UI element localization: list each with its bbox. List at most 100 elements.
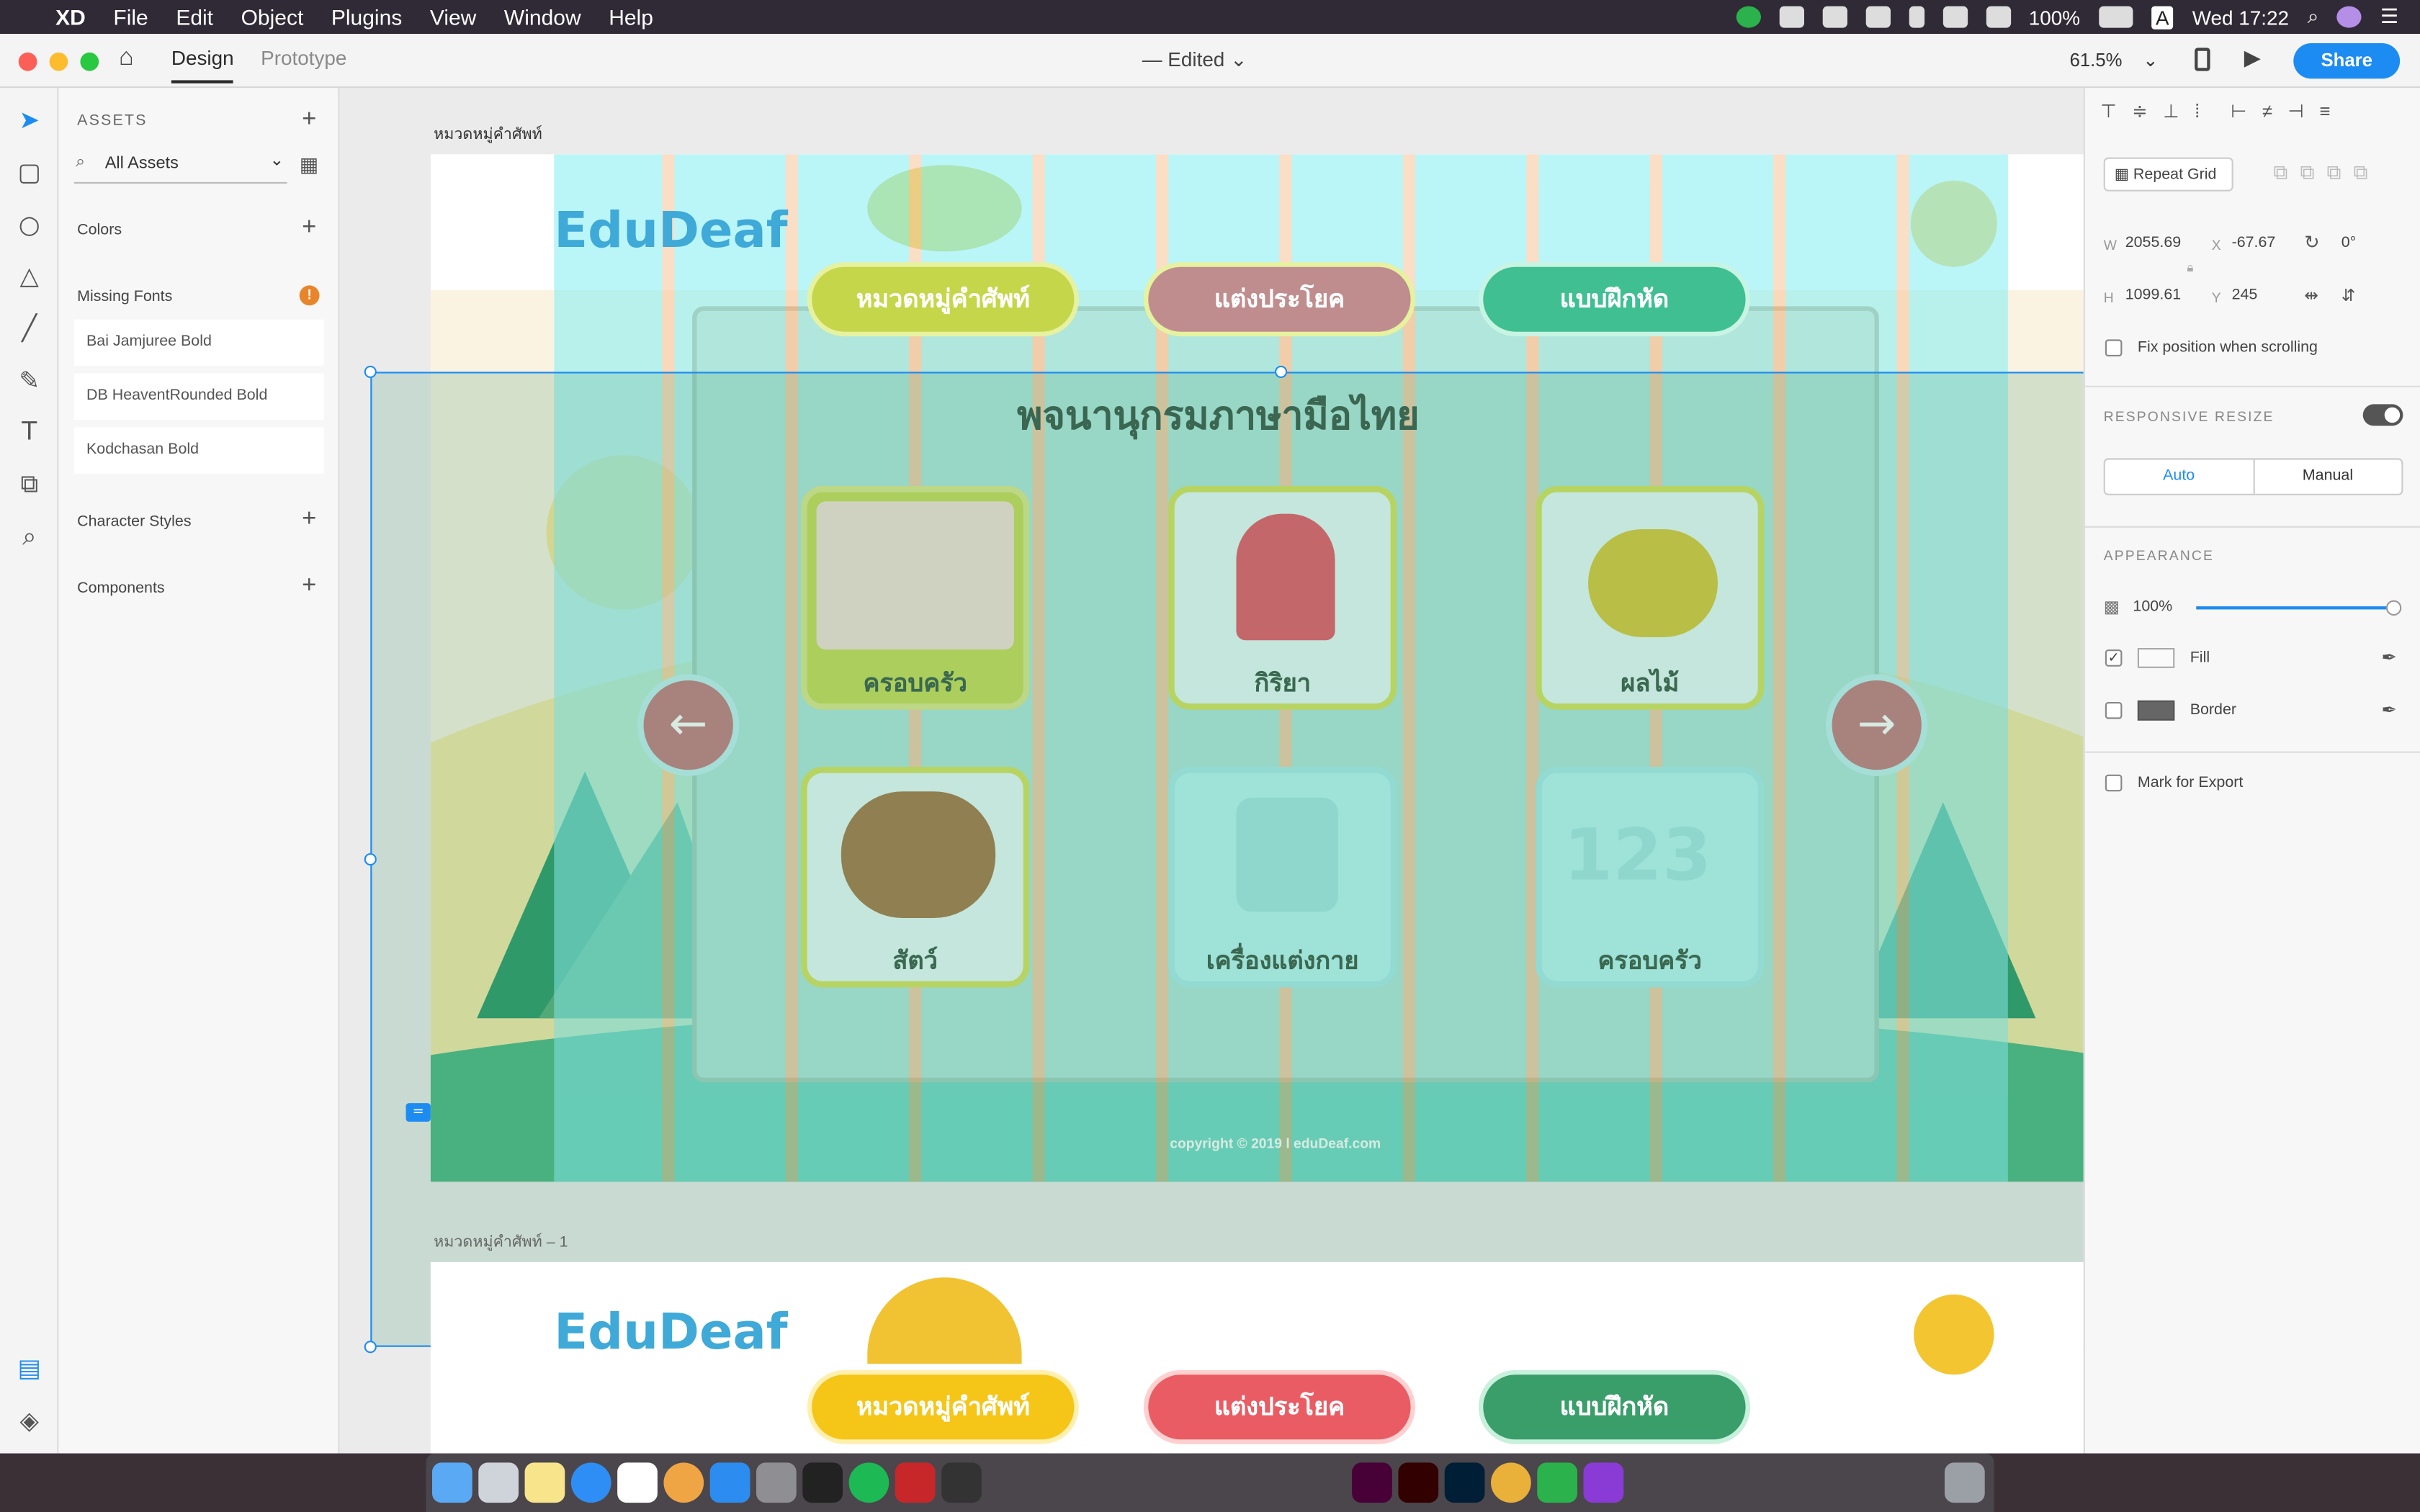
safari-icon[interactable] [570, 1462, 611, 1503]
layers-panel-icon[interactable]: ◈ [15, 1406, 43, 1435]
phpstorm-icon[interactable] [1583, 1462, 1624, 1503]
rotation-field[interactable]: 0° [2341, 235, 2356, 252]
photoshop-icon[interactable] [1444, 1462, 1485, 1503]
resize-handle[interactable] [364, 365, 377, 378]
select-tool-icon[interactable]: ➤ [15, 106, 43, 135]
artboard-label-2[interactable]: หมวดหมู่คำศัพท์ – 1 [434, 1231, 568, 1254]
eyedropper-icon[interactable]: ✒ [2381, 647, 2397, 668]
filezilla-icon[interactable] [895, 1462, 936, 1503]
menu-object[interactable]: Object [241, 4, 304, 29]
tab-prototype[interactable]: Prototype [261, 46, 346, 69]
artboard-label[interactable]: หมวดหมู่คำศัพท์ [434, 123, 542, 146]
assets-panel-icon[interactable]: ▤ [15, 1354, 43, 1382]
resize-handle[interactable] [364, 1341, 377, 1354]
xd-app-icon[interactable] [1352, 1462, 1392, 1503]
share-button[interactable]: Share [2293, 43, 2401, 79]
align-left-icon[interactable]: ⊢ [2231, 100, 2246, 131]
add-character-style-icon[interactable]: + [302, 506, 316, 534]
mark-export-checkbox[interactable] [2105, 774, 2123, 792]
opacity-slider[interactable] [2196, 600, 2402, 616]
calendar-icon[interactable] [617, 1462, 658, 1503]
resize-manual-option[interactable]: Manual [2254, 460, 2402, 494]
maximize-window-icon[interactable] [80, 52, 99, 71]
width-field[interactable]: 2055.69 [2125, 235, 2181, 252]
border-checkbox[interactable] [2105, 701, 2123, 719]
character-styles-section[interactable]: Character Styles [77, 514, 191, 531]
align-center-icon[interactable]: ≠ [2262, 100, 2272, 131]
add-asset-icon[interactable]: + [302, 107, 316, 135]
text-tool-icon[interactable]: T [15, 418, 43, 446]
nav-exercise-button[interactable]: แบบฝึกหัด [1478, 1369, 1750, 1444]
align-middle-icon[interactable]: ≑ [2132, 100, 2148, 131]
repeat-grid-button[interactable]: ▦ Repeat Grid [2103, 157, 2233, 192]
grid-view-icon[interactable]: ▦ [300, 153, 318, 177]
repeat-grid-handle[interactable]: = [405, 1103, 431, 1122]
device-preview-icon[interactable] [2195, 48, 2210, 71]
distribute-horizontal-icon[interactable]: ≡ [2319, 100, 2330, 131]
nav-sentence-button[interactable]: แต่งประโยค [1143, 262, 1415, 337]
missing-fonts-section[interactable]: Missing Fonts [77, 289, 172, 306]
edudeaf-logo[interactable]: EduDeaf [554, 1302, 787, 1361]
notes-icon[interactable] [524, 1462, 565, 1503]
flip-horizontal-icon[interactable]: ⇹ [2304, 285, 2318, 306]
add-component-icon[interactable]: + [302, 572, 316, 600]
nav-exercise-button[interactable]: แบบฝึกหัด [1478, 262, 1750, 337]
spotify-icon[interactable] [848, 1462, 889, 1503]
nav-vocabulary-button[interactable]: หมวดหมู่คำศัพท์ [807, 1369, 1079, 1444]
edudeaf-logo[interactable]: EduDeaf [554, 201, 787, 259]
line-tool-icon[interactable]: ╱ [15, 314, 43, 343]
colors-section[interactable]: Colors [77, 222, 122, 240]
assets-search[interactable]: ⌕ All Assets ⌄ [73, 150, 287, 184]
opacity-slider-thumb[interactable] [2385, 600, 2402, 616]
distribute-vertical-icon[interactable]: ⁞ [2195, 100, 2200, 131]
missing-font-item[interactable]: Bai Jamjuree Bold [73, 319, 324, 366]
app-store-icon[interactable] [709, 1462, 750, 1503]
zoom-level[interactable]: 61.5% ⌄ [2070, 50, 2159, 71]
missing-font-item[interactable]: Kodchasan Bold [73, 427, 324, 474]
eyedropper-icon[interactable]: ✒ [2381, 699, 2397, 721]
finder-icon[interactable] [432, 1462, 472, 1503]
menu-edit[interactable]: Edit [176, 4, 213, 29]
illustrator-icon[interactable] [1398, 1462, 1439, 1503]
nav-vocabulary-button[interactable]: หมวดหมู่คำศัพท์ [807, 262, 1079, 337]
gmail-icon[interactable] [1821, 6, 1847, 28]
missing-font-item[interactable]: DB HeaventRounded Bold [73, 373, 324, 420]
clock[interactable]: Wed 17:22 [2192, 6, 2289, 29]
menu-view[interactable]: View [430, 4, 476, 29]
x-field[interactable]: -67.67 [2232, 235, 2276, 252]
minimize-window-icon[interactable] [49, 52, 68, 71]
input-source[interactable]: A [2151, 5, 2174, 29]
close-window-icon[interactable] [18, 52, 37, 71]
zoom-tool-icon[interactable]: ⌕ [15, 522, 43, 551]
home-icon[interactable]: ⌂ [119, 45, 134, 73]
line-icon[interactable] [1735, 6, 1760, 28]
photos-icon[interactable] [663, 1462, 704, 1503]
trash-icon[interactable] [1945, 1462, 1985, 1503]
align-bottom-icon[interactable]: ⊥ [2163, 100, 2179, 131]
nav-sentence-button[interactable]: แต่งประโยค [1143, 1369, 1415, 1444]
opacity-field[interactable]: 100% [2133, 598, 2172, 616]
line-app-icon[interactable] [1537, 1462, 1577, 1503]
boolean-ops-icons[interactable]: ⧉⧉⧉⧉ [2273, 161, 2380, 185]
wifi-icon[interactable] [1942, 6, 1968, 28]
fix-position-checkbox[interactable] [2105, 339, 2123, 356]
menu-help[interactable]: Help [609, 4, 653, 29]
menu-file[interactable]: File [113, 4, 148, 29]
artboard-tool-icon[interactable]: ⧉ [15, 469, 43, 499]
fill-checkbox[interactable]: ✓ [2105, 649, 2123, 667]
resize-handle[interactable] [364, 853, 377, 866]
chrome-icon[interactable] [1491, 1462, 1531, 1503]
spotlight-icon[interactable]: ⌕ [2308, 4, 2319, 29]
design-canvas[interactable]: หมวดหมู่คำศัพท์ EduDeaf หมวดหมู่คำศัพท์ … [339, 88, 2084, 1454]
document-title[interactable]: — Edited ⌄ [1142, 48, 1247, 72]
menu-app-xd[interactable]: XD [55, 4, 86, 29]
control-center-icon[interactable]: ☰ [2380, 4, 2398, 29]
system-preferences-icon[interactable] [756, 1462, 797, 1503]
artboard-2[interactable]: EduDeaf หมวดหมู่คำศัพท์ แต่งประโยค แบบฝึ… [430, 1261, 2084, 1454]
rectangle-tool-icon[interactable]: ▢ [15, 158, 43, 187]
terminal-icon[interactable] [802, 1462, 843, 1503]
battery-icon[interactable] [2098, 6, 2133, 28]
polygon-tool-icon[interactable]: △ [15, 261, 43, 290]
ellipse-tool-icon[interactable]: ○ [15, 210, 43, 240]
volume-icon[interactable] [1985, 6, 2011, 28]
